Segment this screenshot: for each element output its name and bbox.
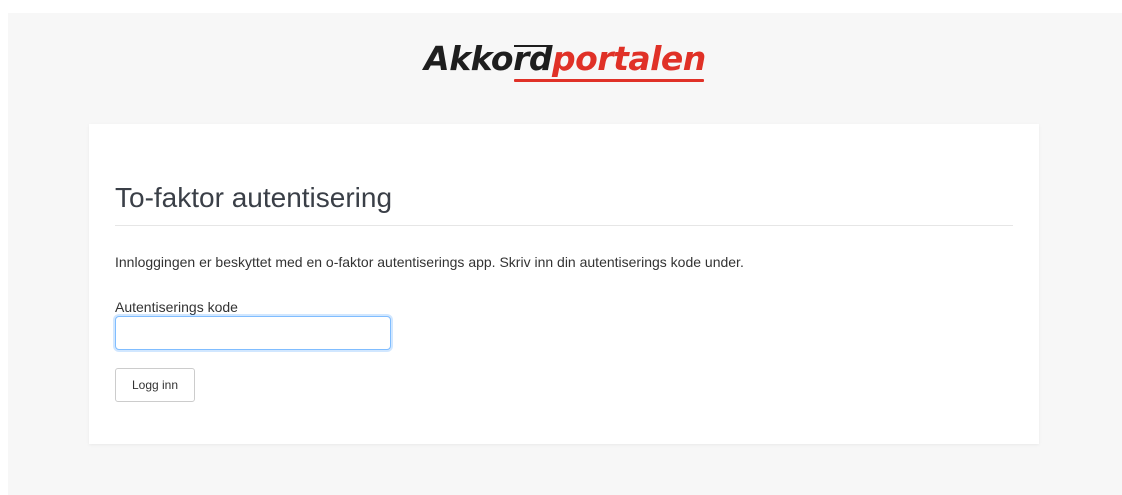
akkordportalen-logo: Akkord portalen [424, 39, 706, 99]
two-factor-card: To-faktor autentisering Innloggingen er … [89, 124, 1039, 444]
code-field-label: Autentiserings kode [115, 299, 238, 315]
logo-overline-bar [514, 45, 548, 47]
page-background: Akkord portalen To-faktor autentisering … [8, 13, 1122, 495]
title-divider [115, 225, 1013, 226]
logo-underline-bar [514, 79, 704, 82]
login-button[interactable]: Logg inn [115, 368, 195, 402]
page-title: To-faktor autentisering [115, 182, 393, 213]
logo-text-portalen: portalen [514, 39, 706, 82]
intro-text: Innloggingen er beskyttet med en o-fakto… [115, 254, 744, 270]
header: Akkord portalen [8, 39, 1122, 99]
logo-text-portalen-label: portalen [552, 39, 706, 78]
authentication-code-input[interactable] [115, 316, 391, 350]
